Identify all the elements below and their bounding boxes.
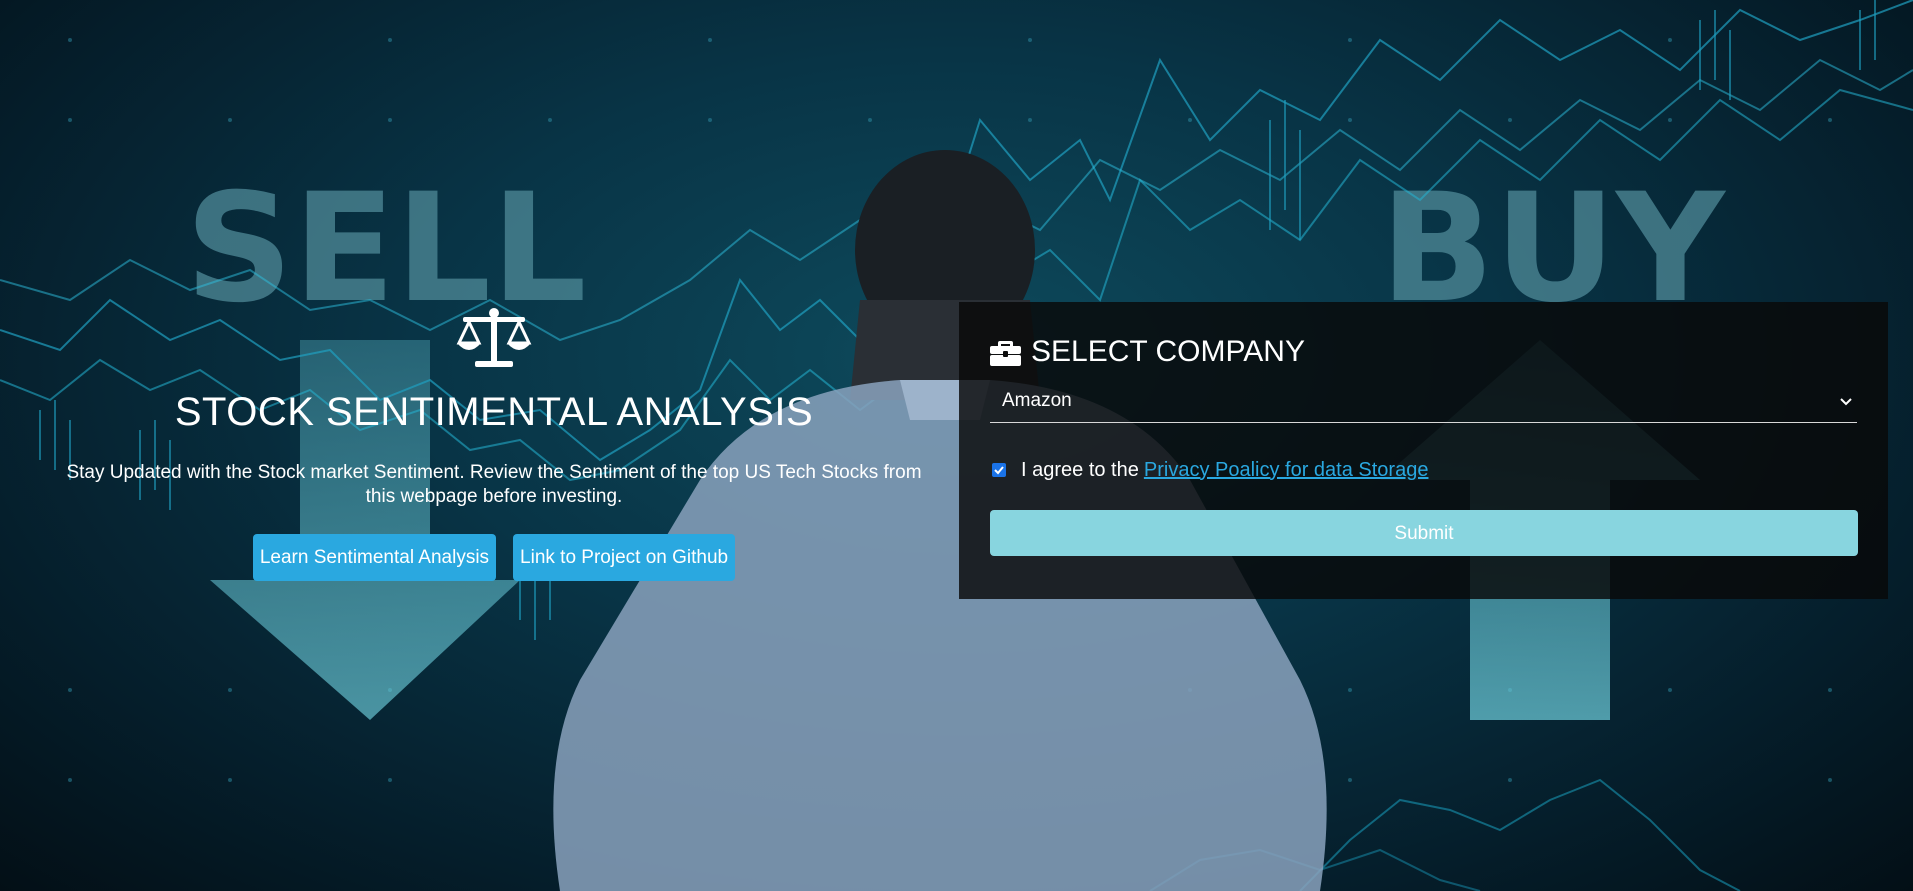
- page-background: SELL BUY STOCK SENTIMENTAL ANALYSIS Stay…: [0, 0, 1913, 891]
- github-link-button[interactable]: Link to Project on Github: [513, 534, 736, 581]
- hero-button-group: Learn Sentimental Analysis Link to Proje…: [60, 534, 928, 581]
- checkmark-icon: [994, 466, 1004, 475]
- privacy-agreement-label: I agree to the: [1021, 458, 1139, 481]
- privacy-agreement-checkbox[interactable]: [992, 463, 1006, 477]
- submit-button[interactable]: Submit: [990, 510, 1858, 556]
- learn-sentimental-analysis-button[interactable]: Learn Sentimental Analysis: [252, 534, 497, 581]
- select-company-panel: SELECT COMPANY Amazon I agree to the Pri…: [959, 302, 1888, 599]
- briefcase-icon: [990, 340, 1021, 366]
- chevron-down-icon: [1840, 398, 1852, 406]
- company-select-value: Amazon: [1002, 390, 1072, 411]
- hero-section: STOCK SENTIMENTAL ANALYSIS Stay Updated …: [60, 305, 928, 581]
- page-title: STOCK SENTIMENTAL ANALYSIS: [174, 390, 814, 434]
- privacy-policy-link[interactable]: Privacy Poalicy for data Storage: [1144, 459, 1429, 482]
- panel-header: SELECT COMPANY: [990, 332, 1857, 372]
- balance-scale-icon: [456, 308, 532, 367]
- panel-title: SELECT COMPANY: [1031, 335, 1305, 368]
- company-select[interactable]: Amazon: [990, 380, 1857, 423]
- hero-description: Stay Updated with the Stock market Senti…: [66, 462, 922, 507]
- privacy-agreement-row: I agree to the Privacy Poalicy for data …: [990, 458, 1857, 482]
